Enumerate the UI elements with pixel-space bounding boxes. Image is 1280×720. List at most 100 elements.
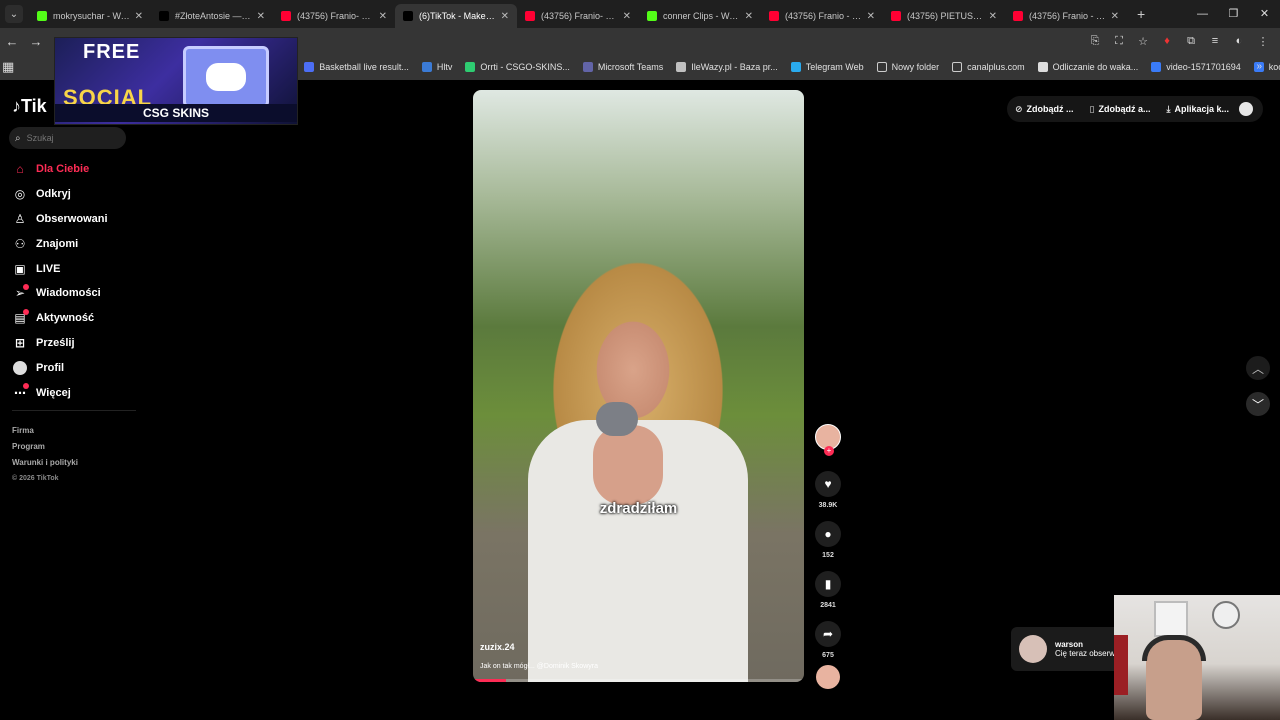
music-disc-avatar[interactable] [816, 665, 840, 689]
like-action[interactable]: ♥ 38.9K [814, 471, 842, 513]
search-input[interactable] [26, 133, 107, 143]
search-box[interactable]: ⌕ [9, 127, 126, 149]
video-player[interactable]: zdradziłam zuzix.24 Jak on tak mógł... @… [473, 90, 804, 682]
bookmark-favicon-icon [421, 62, 432, 72]
notification-avatar [1019, 635, 1047, 663]
bookmark-item[interactable]: Microsoft Teams [582, 62, 663, 72]
tab-close-icon[interactable]: ✕ [623, 11, 631, 22]
browser-tab[interactable]: (43756) Franio - Ogu ✕ [761, 4, 883, 28]
tiktok-logo[interactable]: ♪Tik [12, 96, 47, 117]
tab-close-icon[interactable]: ✕ [501, 11, 509, 22]
new-tab-icon[interactable]: + [1137, 6, 1145, 22]
bookmark-icon[interactable]: ▮ [815, 571, 841, 597]
video-progress-bar[interactable] [473, 679, 804, 682]
download-icon: ⤓ [1166, 103, 1171, 114]
tab-close-icon[interactable]: ✕ [1111, 11, 1119, 22]
sidebar-item-activity[interactable]: ▤ Aktywność [12, 306, 108, 331]
sidebar-item-profile[interactable]: Profil [12, 355, 108, 380]
browser-tab[interactable]: (43756) Franio- Klubo ✕ [273, 4, 395, 28]
tab-favicon-icon [891, 11, 901, 21]
comment-icon[interactable]: ● [815, 521, 841, 547]
footer-company-link[interactable]: Firma [12, 423, 78, 439]
tab-close-icon[interactable]: ✕ [989, 11, 997, 22]
bookmark-item[interactable]: IleWazy.pl - Baza pr... [676, 62, 778, 72]
sidebar-item-label: Odkryj [36, 188, 71, 201]
extensions-puzzle-icon[interactable]: ⧉ [1182, 32, 1200, 50]
sidebar-item-live[interactable]: ▣ LIVE [12, 256, 108, 281]
upload-icon: ⊞ [14, 335, 26, 350]
video-author[interactable]: zuzix.24 [480, 642, 515, 652]
bookmark-item[interactable]: Basketball live result... [304, 62, 409, 72]
sidebar-item-home[interactable]: ⌂ Dla Ciebie [12, 157, 108, 182]
follow-plus-icon[interactable]: + [824, 446, 834, 456]
extension-icon[interactable]: ♦ [1158, 32, 1176, 50]
sidebar-item-upload[interactable]: ⊞ Prześlij [12, 331, 108, 356]
tab-search-icon[interactable]: ⌄ [5, 5, 23, 23]
profile-avatar-icon[interactable]: ◐ [1230, 32, 1248, 50]
bookmark-item[interactable]: Odliczanie do waka... [1037, 62, 1138, 72]
notification-badge [23, 283, 29, 290]
close-window-icon[interactable]: ✕ [1249, 0, 1280, 28]
comment-action[interactable]: ● 152 [814, 521, 842, 563]
save-count: 2841 [820, 602, 836, 609]
browser-tab[interactable]: (43756) PIETUSZEW ✕ [883, 4, 1005, 28]
tab-close-icon[interactable]: ✕ [257, 11, 265, 22]
tab-close-icon[interactable]: ✕ [745, 11, 753, 22]
share-icon[interactable]: ➦ [815, 621, 841, 647]
browser-tab[interactable]: (6)TikTok - Make You ✕ [395, 4, 517, 28]
stream-ad-overlay: FREE SOCIAL CSG SKINS [54, 37, 298, 125]
bookmark-star-icon[interactable]: ☆ [1134, 32, 1152, 50]
apps-grid-icon[interactable]: ▦ [2, 59, 14, 75]
footer-program-link[interactable]: Program [12, 439, 78, 455]
footer-terms-link[interactable]: Warunki i polityki [12, 455, 78, 471]
bookmark-item[interactable]: Hltv [421, 62, 452, 72]
bookmark-item[interactable]: video-1571701694 [1151, 62, 1241, 72]
profile-avatar[interactable] [1239, 102, 1253, 116]
video-description[interactable]: Jak on tak mógł... @Dominik Skowyra [480, 663, 598, 670]
forward-icon[interactable]: → [24, 34, 48, 49]
tab-title: (43756) PIETUSZEW [907, 11, 985, 21]
browser-tab[interactable]: conner Clips - Watch ✕ [639, 4, 761, 28]
browser-tab[interactable]: (43756) Franio- Klubo ✕ [517, 4, 639, 28]
top-action-button[interactable]: ⤓ Aplikacja k... [1167, 104, 1230, 115]
tab-close-icon[interactable]: ✕ [135, 11, 143, 22]
bookmark-item[interactable]: Nowy folder [876, 62, 939, 72]
top-action-button[interactable]: ▯ Zdobądź a... [1090, 104, 1151, 115]
tab-close-icon[interactable]: ✕ [867, 11, 875, 22]
save-action[interactable]: ▮ 2841 [814, 571, 842, 613]
bookmark-item[interactable]: Telegram Web [790, 62, 864, 72]
share-action[interactable]: ➦ 675 [814, 621, 842, 663]
install-app-icon[interactable]: ⎘ [1086, 32, 1104, 50]
heart-icon[interactable]: ♥ [815, 471, 841, 497]
follow-notification[interactable]: warson Cię teraz obserwuje [1011, 627, 1126, 671]
bookmark-label: kocica [1268, 62, 1280, 72]
browser-tab[interactable]: #ZłoteAntosie — Wy ✕ [151, 4, 273, 28]
browser-menu-icon[interactable]: ⋮ [1254, 32, 1272, 50]
sidebar-item-following[interactable]: ♙ Obserwowani [12, 207, 108, 232]
video-frame-hand [593, 425, 663, 505]
sidebar-footer: Firma Program Warunki i polityki © 2026 … [12, 423, 78, 487]
minimize-icon[interactable]: — [1187, 0, 1218, 28]
back-icon[interactable]: ← [0, 34, 24, 49]
sidebar-item-friends[interactable]: ⚇ Znajomi [12, 231, 108, 256]
sidebar-item-compass[interactable]: ◎ Odkryj [12, 182, 108, 207]
tab-close-icon[interactable]: ✕ [379, 11, 387, 22]
browser-tab-strip: ⌄ mokrysuchar - Watch ✕ #ZłoteAntosie — Wy… [0, 0, 1280, 28]
browser-tab[interactable]: (43756) Franio - Skec ✕ [1005, 4, 1127, 28]
previous-video-chevron-up-icon[interactable]: ︿ [1246, 356, 1270, 380]
translate-icon[interactable]: ⛶ [1110, 32, 1128, 50]
sidebar-item-label: Aktywność [36, 312, 95, 325]
next-video-chevron-down-icon[interactable]: ﹀ [1246, 392, 1270, 416]
bookmark-item[interactable]: Orrti - CSGO-SKINS... [465, 62, 570, 72]
author-avatar[interactable]: + [815, 424, 841, 456]
media-controls-icon[interactable]: ≡ [1206, 32, 1224, 50]
top-action-button[interactable]: ⊘ Zdobądź ... [1015, 104, 1074, 115]
more-bookmarks-icon[interactable]: » [1256, 61, 1262, 72]
browser-tab[interactable]: mokrysuchar - Watch ✕ [29, 4, 151, 28]
webcam-clock [1212, 601, 1240, 629]
bookmark-label: Basketball live result... [319, 62, 409, 72]
sidebar-item-messages[interactable]: ➢ Wiadomości [12, 281, 108, 306]
sidebar-item-more[interactable]: ⋯ Więcej [12, 380, 108, 405]
bookmark-item[interactable]: canalplus.com [952, 62, 1025, 72]
restore-icon[interactable]: ❐ [1218, 0, 1249, 28]
